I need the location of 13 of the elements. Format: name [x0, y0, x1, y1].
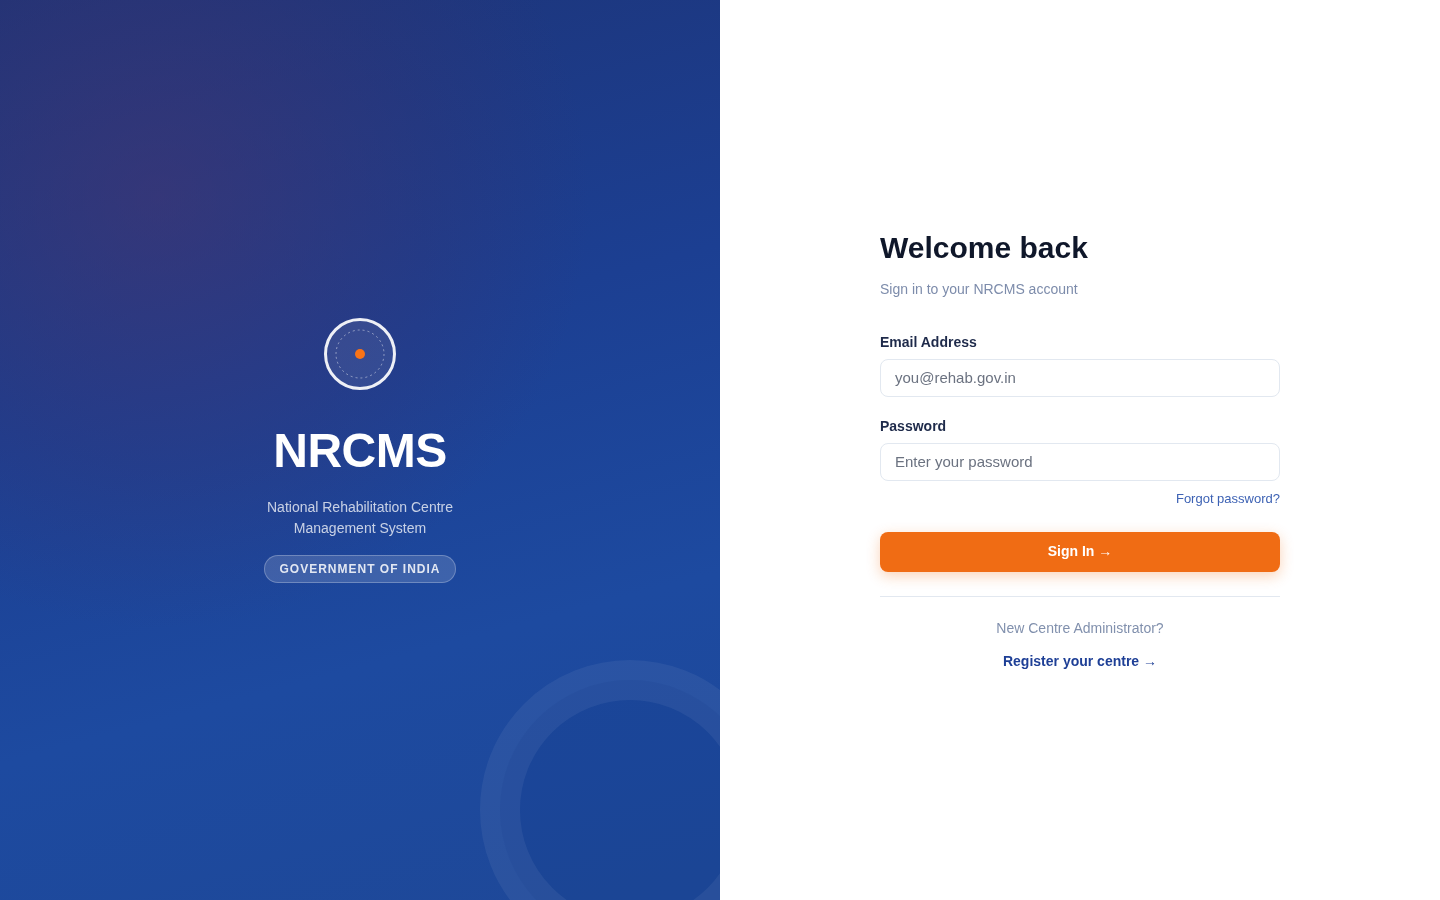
brand-subtitle: National Rehabilitation Centre Management System	[266, 497, 454, 538]
field-label: Email Address	[880, 332, 978, 352]
register-link[interactable]: Register your centre →	[1002, 650, 1158, 671]
register-prompt: New Centre Administrator?	[995, 618, 1165, 638]
welcome-subheading: Sign in to your NRCMS account	[880, 279, 1079, 299]
brand-title: NRCMS	[273, 422, 447, 479]
logo-icon	[324, 317, 396, 390]
forgot-password-link[interactable]: Forgot password?	[1175, 489, 1280, 508]
input-field[interactable]: you@rehab.gov.in	[880, 358, 1280, 397]
welcome-heading: Welcome back	[880, 229, 1089, 266]
input-field[interactable]: Enter your password	[880, 442, 1280, 481]
field-label: Password	[880, 416, 948, 436]
government-badge: GOVERNMENT OF INDIA	[264, 554, 456, 583]
